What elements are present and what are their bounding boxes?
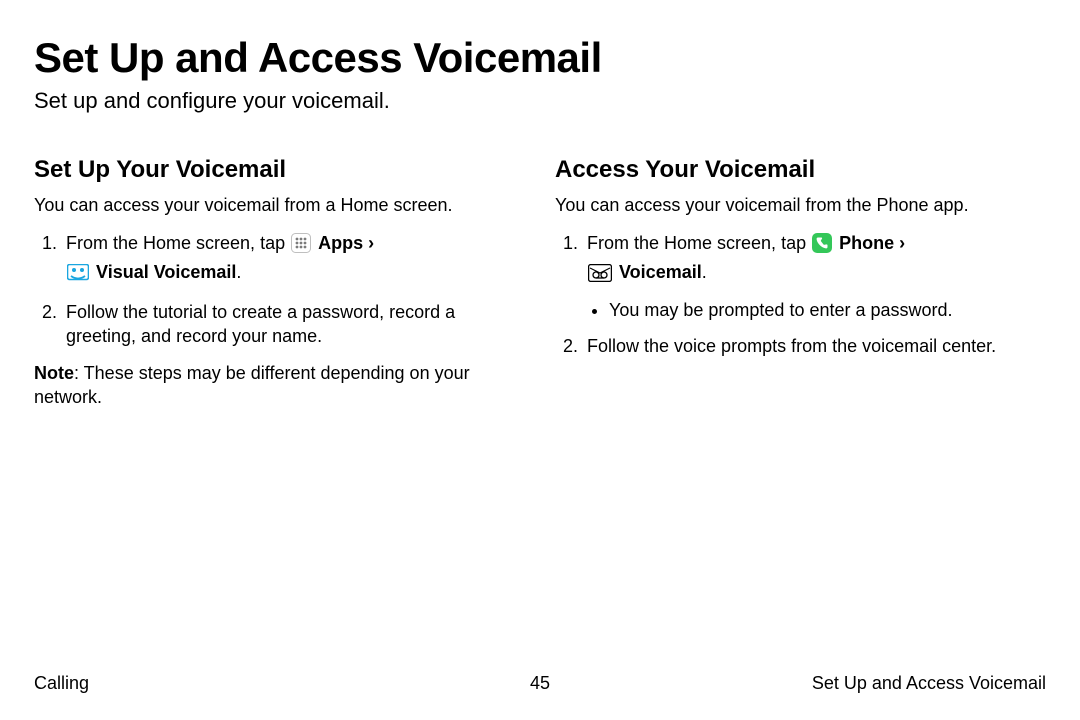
setup-column: Set Up Your Voicemail You can access you…: [34, 156, 525, 409]
access-substeps: You may be prompted to enter a password.: [587, 298, 1046, 322]
page-footer: Calling 45 Set Up and Access Voicemail: [34, 673, 1046, 694]
separator: ›: [899, 233, 905, 253]
apps-icon: [291, 233, 311, 259]
access-sub-1: You may be prompted to enter a password.: [609, 298, 1046, 322]
help-page: Set Up and Access Voicemail Set up and c…: [0, 0, 1080, 720]
step-text: From the Home screen, tap: [587, 233, 811, 253]
columns: Set Up Your Voicemail You can access you…: [34, 156, 1046, 409]
phone-icon: [812, 233, 832, 259]
access-intro: You can access your voicemail from the P…: [555, 194, 1046, 217]
setup-heading: Set Up Your Voicemail: [34, 156, 525, 184]
access-step-1: From the Home screen, tap Phone ›: [583, 231, 1046, 322]
setup-intro: You can access your voicemail from a Hom…: [34, 194, 525, 217]
setup-step-2: Follow the tutorial to create a password…: [62, 300, 525, 349]
access-steps: From the Home screen, tap Phone ›: [555, 231, 1046, 358]
note-label: Note: [34, 363, 74, 383]
visual-voicemail-icon: [67, 264, 89, 288]
access-step-2: Follow the voice prompts from the voicem…: [583, 334, 1046, 358]
separator: ›: [368, 233, 374, 253]
page-subtitle: Set up and configure your voicemail.: [34, 88, 1046, 114]
voicemail-label: Voicemail: [619, 262, 702, 282]
step-period: .: [236, 262, 241, 282]
step-text: From the Home screen, tap: [66, 233, 290, 253]
setup-steps: From the Home screen, tap Apps ›: [34, 231, 525, 348]
note-body: : These steps may be different depending…: [34, 363, 470, 407]
voicemail-icon: [588, 264, 612, 288]
footer-topic: Set Up and Access Voicemail: [550, 673, 1046, 694]
footer-section: Calling: [34, 673, 530, 694]
footer-page-number: 45: [530, 673, 550, 694]
visual-voicemail-label: Visual Voicemail: [96, 262, 236, 282]
phone-label: Phone: [839, 233, 894, 253]
access-column: Access Your Voicemail You can access you…: [555, 156, 1046, 409]
access-heading: Access Your Voicemail: [555, 156, 1046, 184]
setup-note: Note: These steps may be different depen…: [34, 361, 525, 410]
page-title: Set Up and Access Voicemail: [34, 34, 1046, 82]
apps-label: Apps: [318, 233, 363, 253]
setup-step-1: From the Home screen, tap Apps ›: [62, 231, 525, 288]
step-period: .: [702, 262, 707, 282]
